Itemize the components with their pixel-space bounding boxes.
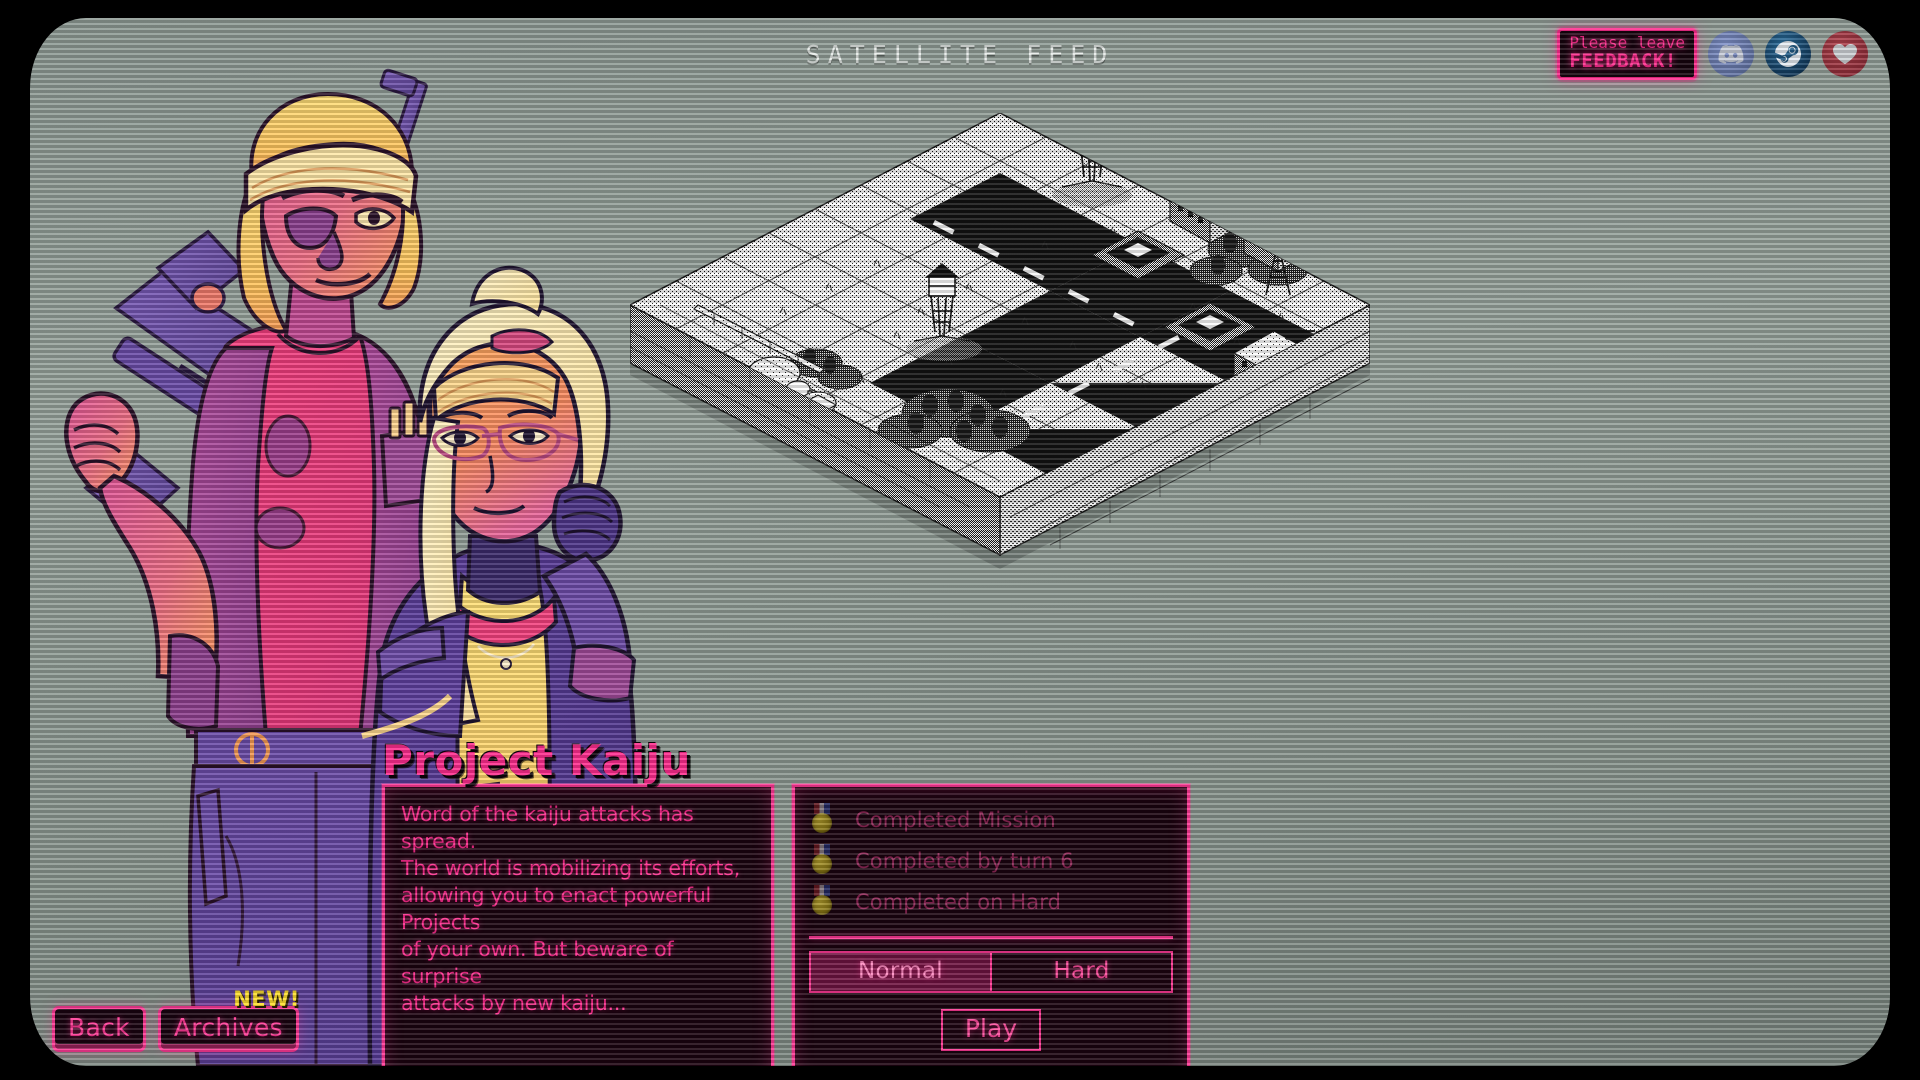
new-badge: NEW!: [233, 987, 300, 1011]
medal-icon: [811, 884, 833, 919]
play-button[interactable]: Play: [940, 1009, 1042, 1051]
bottom-navigation: Back NEW! Archives: [52, 987, 299, 1052]
wishlist-heart-icon[interactable]: [1822, 30, 1868, 77]
panel-divider: [809, 936, 1173, 939]
steam-icon[interactable]: [1765, 30, 1811, 77]
crt-display: SATELLITE FEED Please leave FEEDBACK! Pr…: [30, 18, 1890, 1066]
objective-label: Completed by turn 6: [855, 848, 1074, 873]
objective-label: Completed Mission: [855, 807, 1056, 832]
feedback-button[interactable]: Please leave FEEDBACK!: [1557, 28, 1697, 80]
mission-description-text: Word of the kaiju attacks has spread. Th…: [401, 802, 741, 1016]
satellite-map[interactable]: [630, 113, 1370, 673]
back-button[interactable]: Back: [52, 1006, 146, 1052]
discord-icon[interactable]: [1708, 30, 1754, 77]
feedback-line-1: Please leave: [1569, 33, 1685, 52]
objective-row: Completed by turn 6: [795, 840, 1187, 881]
mission-description-panel: Word of the kaiju attacks has spread. Th…: [382, 784, 774, 1066]
feedback-line-2: FEEDBACK!: [1569, 50, 1677, 73]
difficulty-hard-button[interactable]: Hard: [990, 951, 1173, 993]
objective-row: Completed Mission: [795, 799, 1187, 840]
medal-icon: [811, 802, 833, 837]
objective-label: Completed on Hard: [855, 889, 1061, 914]
objectives-list: Completed Mission Completed by turn 6 Co…: [795, 787, 1187, 922]
medal-icon: [811, 843, 833, 878]
archives-label: Archives: [173, 1013, 283, 1042]
play-button-container: Play: [795, 1009, 1187, 1051]
difficulty-selector: Normal Hard: [809, 951, 1173, 993]
top-right-controls: Please leave FEEDBACK!: [1557, 28, 1868, 80]
mission-title: Project Kaiju: [382, 736, 691, 785]
archives-button[interactable]: NEW! Archives: [157, 987, 299, 1052]
mission-objectives-panel: Completed Mission Completed by turn 6 Co…: [792, 784, 1190, 1066]
objective-row: Completed on Hard: [795, 881, 1187, 922]
difficulty-normal-button[interactable]: Normal: [809, 951, 992, 993]
game-screen: SATELLITE FEED Please leave FEEDBACK! Pr…: [0, 0, 1920, 1080]
